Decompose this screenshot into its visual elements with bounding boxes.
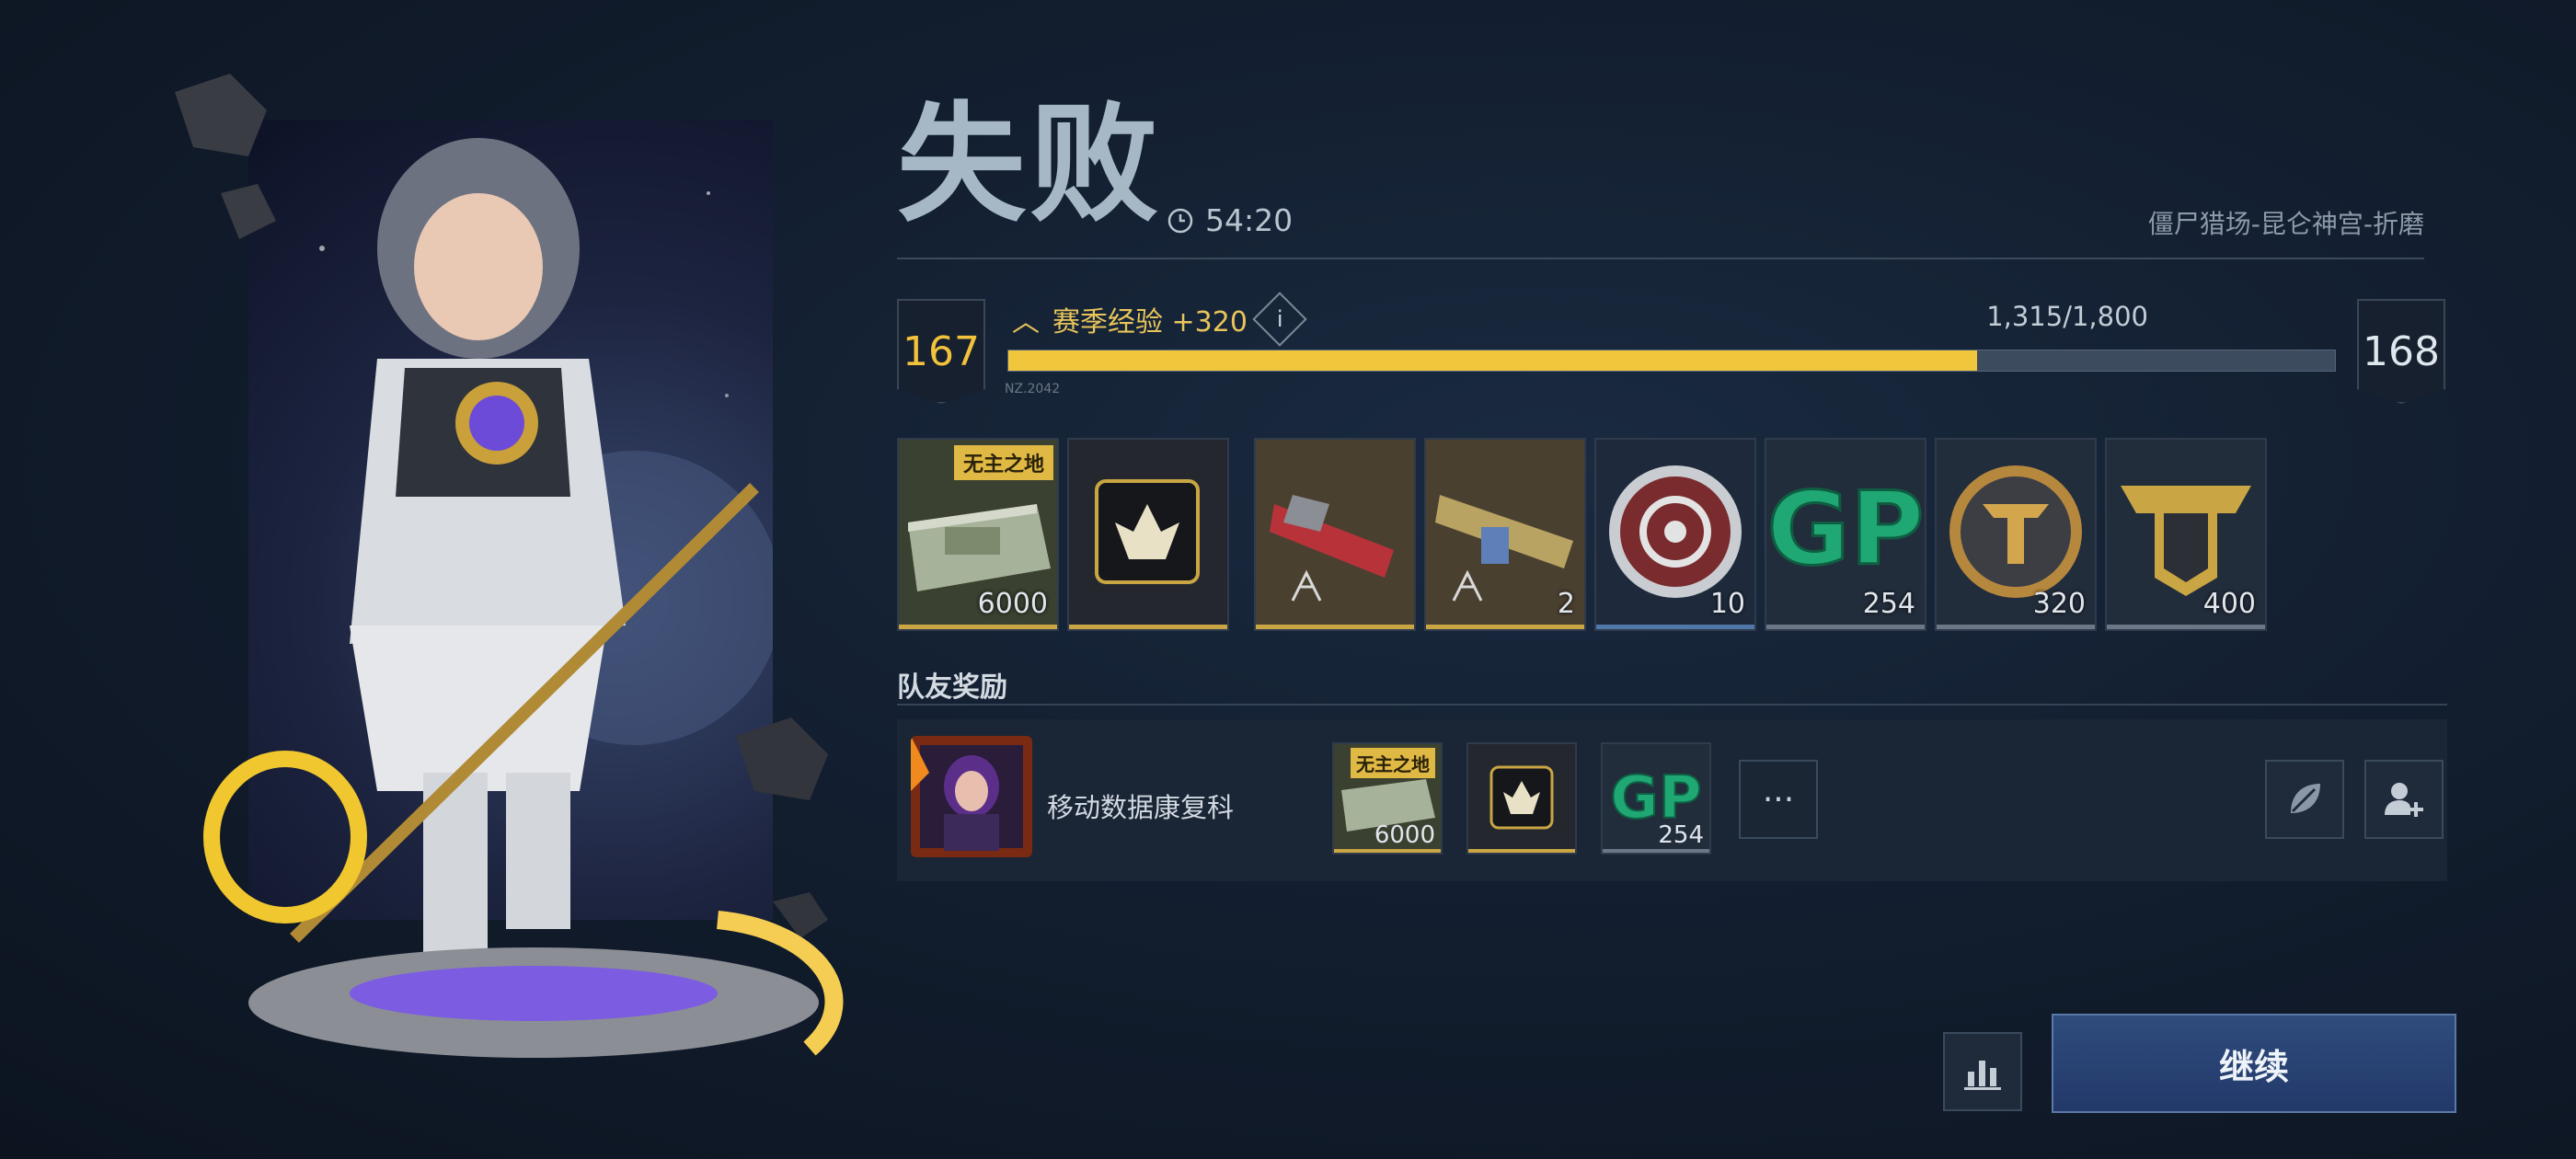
reward-count: 2 [1557,588,1575,620]
reward-count: 320 [2032,588,2086,620]
season-exp-text: 赛季经验 +320 [1052,306,1248,339]
reward-item[interactable] [1067,438,1229,631]
rarity-bar [1334,849,1441,853]
teammate-rewards-title: 队友奖励 [897,671,1007,704]
info-icon[interactable]: i [1252,292,1307,347]
divider [897,258,2424,259]
rarity-bar [1426,625,1584,629]
rarity-bar [1468,849,1575,853]
rarity-bar [1937,625,2095,629]
rarity-bar [1596,625,1754,629]
current-level-badge: 167 [897,299,985,404]
rarity-bar [2107,625,2265,629]
teammate-reward-item[interactable] [1466,742,1577,855]
exp-progress-fill [1008,350,1978,371]
reward-item[interactable]: 10 [1594,438,1756,631]
continue-button[interactable]: 继续 [2052,1014,2456,1113]
reward-item[interactable] [1254,438,1416,631]
add-friend-button[interactable] [2364,760,2444,839]
teammate-reward-item[interactable]: GP 254 [1601,742,1711,855]
reward-badge: 无主之地 [954,445,1054,480]
more-rewards-button[interactable]: ··· [1739,760,1818,839]
reward-item[interactable]: 320 [1935,438,2097,631]
continue-label: 继续 [2218,1046,2289,1087]
reward-count: 6000 [1374,821,1435,849]
bar-chart-icon [1964,1061,2001,1090]
reward-count: 254 [1862,588,1915,620]
statistics-button[interactable] [1943,1032,2022,1111]
character-illustration [175,74,844,1058]
weapon-blueprint-red-icon [1256,440,1414,629]
rarity-bar [1256,625,1414,629]
reward-count: 400 [2202,588,2256,620]
exp-tag: NZ.2042 [1005,382,1061,396]
reward-count: 6000 [977,588,1048,620]
reward-item[interactable]: GP 254 [1765,438,1926,631]
rarity-bar [1766,625,1925,629]
chevron-up-icon: ︿ [1012,306,1040,339]
emblem-card-icon [1069,440,1227,629]
next-level-badge: 168 [2357,299,2445,404]
svg-text:GP: GP [1767,470,1925,588]
teammate-name: 移动数据康复科 [1047,792,1235,823]
reward-item[interactable]: 无主之地 6000 [897,438,1059,631]
reward-item[interactable]: 2 [1424,438,1586,631]
reward-item[interactable]: 400 [2105,438,2267,631]
divider [897,704,2447,706]
season-exp-label: ︿ 赛季经验 +320 i [1012,292,1307,347]
exp-progress-value: 1,315/1,800 [1986,301,2148,332]
result-title: 失败 [897,90,1163,240]
rarity-bar [1069,625,1227,629]
add-user-icon [2385,783,2423,817]
game-mode-label: 僵尸猎场-昆仑神宫-折磨 [2147,209,2424,239]
like-button[interactable] [2265,760,2344,839]
reward-badge: 无主之地 [1351,748,1435,778]
reward-count: 10 [1709,588,1745,620]
match-timer: 54:20 [1167,202,1293,238]
clock-icon [1167,208,1193,233]
rarity-bar [1603,849,1709,853]
timer-value: 54:20 [1205,202,1294,238]
exp-progress-bar [1007,350,2336,372]
teammate-reward-item[interactable]: 无主之地 6000 [1332,742,1443,855]
reward-count: 254 [1658,821,1704,849]
player-portrait [911,736,1032,857]
emblem-card-icon [1468,744,1575,853]
avatar[interactable] [911,736,1032,857]
leaf-icon [2291,784,2320,813]
rarity-bar [899,625,1057,629]
